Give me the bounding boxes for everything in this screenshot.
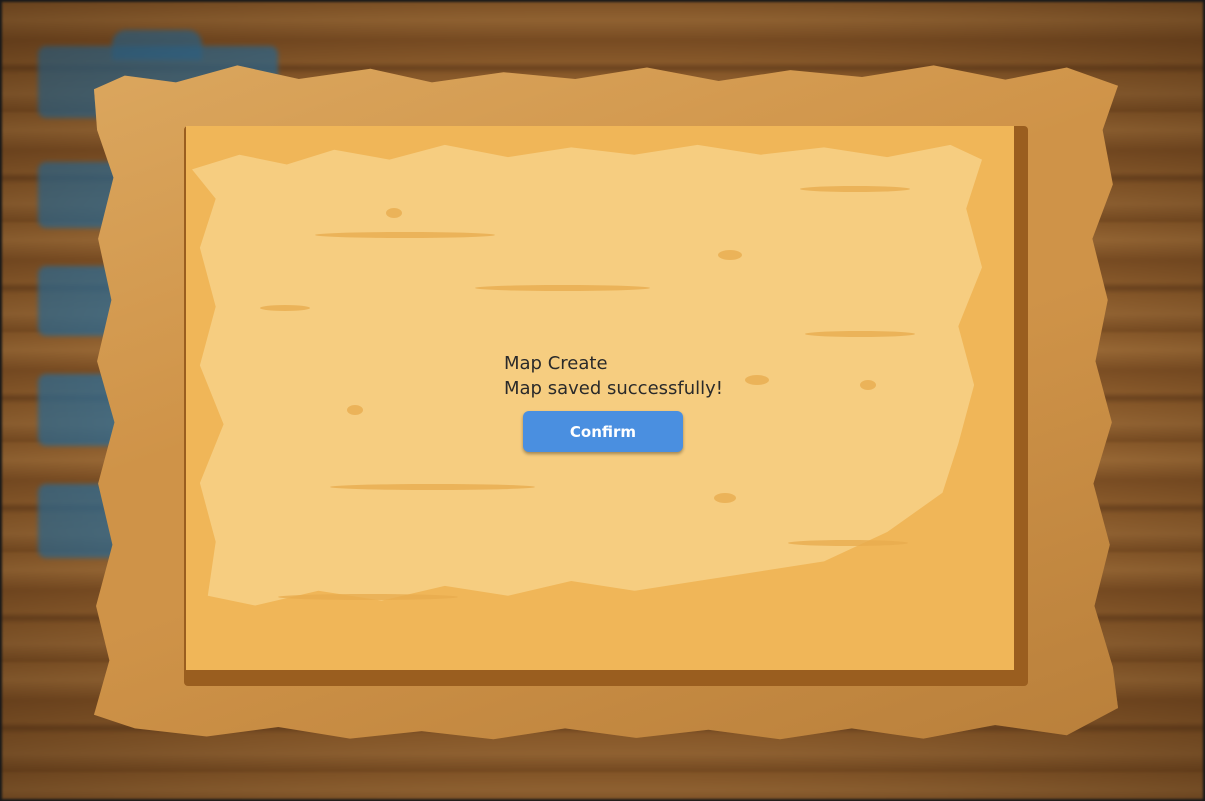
parchment-texture-spot bbox=[860, 380, 876, 390]
parchment-texture-streak bbox=[315, 232, 495, 238]
parchment-texture-streak bbox=[788, 540, 908, 546]
parchment-texture-streak bbox=[805, 331, 915, 337]
parchment-texture-spot bbox=[745, 375, 769, 385]
parchment-texture-spot bbox=[718, 250, 742, 260]
parchment-texture-streak bbox=[475, 285, 650, 291]
parchment-texture-spot bbox=[386, 208, 402, 218]
parchment-texture-spot bbox=[347, 405, 363, 415]
parchment-texture-streak bbox=[330, 484, 535, 490]
dialog-message: Map saved successfully! bbox=[504, 378, 724, 399]
confirm-button[interactable]: Confirm bbox=[523, 411, 683, 452]
dialog-title: Map Create bbox=[504, 353, 608, 374]
parchment-texture-streak bbox=[260, 305, 310, 311]
parchment-texture-streak bbox=[800, 186, 910, 192]
background-slot-tab bbox=[112, 30, 202, 60]
parchment-texture-spot bbox=[714, 493, 736, 503]
parchment-texture-streak bbox=[278, 594, 458, 600]
